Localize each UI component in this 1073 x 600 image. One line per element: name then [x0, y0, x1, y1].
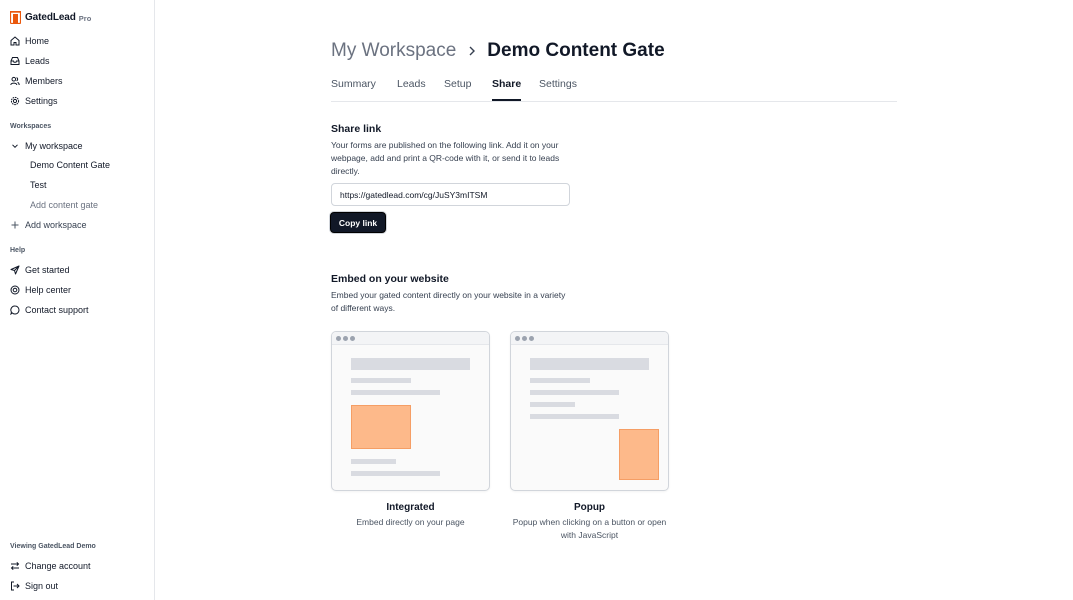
sidebar-item-leads[interactable]: Leads — [10, 53, 150, 69]
copy-link-button[interactable]: Copy link — [330, 212, 386, 233]
sidebar-item-label: Contact support — [25, 305, 89, 315]
sign-out-button[interactable]: Sign out — [10, 578, 150, 594]
chevron-right-icon — [469, 46, 476, 56]
placeholder-line — [530, 378, 590, 383]
breadcrumb-parent[interactable]: My Workspace — [331, 40, 456, 62]
brand-name: GatedLead — [25, 11, 76, 23]
placeholder-line — [530, 414, 619, 419]
sign-out-icon — [10, 581, 20, 591]
sign-out-label: Sign out — [25, 581, 59, 591]
tab-settings[interactable]: Settings — [539, 78, 577, 101]
window-dot — [350, 336, 355, 341]
embed-option-popup[interactable] — [510, 331, 669, 491]
gate-logo-icon — [10, 10, 21, 24]
add-workspace-button[interactable]: Add workspace — [10, 217, 150, 233]
placeholder-line — [351, 390, 440, 395]
sidebar-item-help-center[interactable]: Help center — [10, 282, 150, 298]
placeholder-heading — [530, 358, 649, 370]
embed-option-title: Integrated — [386, 502, 435, 513]
workspace-label: My workspace — [25, 141, 83, 151]
tab-leads[interactable]: Leads — [397, 78, 426, 101]
tab-setup[interactable]: Setup — [444, 78, 471, 101]
share-url-field[interactable]: https://gatedlead.com/cg/JuSY3mITSM — [331, 183, 570, 206]
chevron-down-icon — [10, 141, 20, 151]
embed-heading: Embed on your website — [331, 273, 449, 285]
embed-option-description: Embed directly on your page — [356, 517, 465, 527]
window-dot — [522, 336, 527, 341]
sidebar-item-label: Settings — [25, 96, 58, 106]
window-dot — [336, 336, 341, 341]
swap-icon — [10, 561, 20, 571]
send-icon — [10, 265, 20, 275]
inbox-icon — [10, 56, 20, 66]
window-dot — [529, 336, 534, 341]
placeholder-line — [351, 378, 411, 383]
change-account-button[interactable]: Change account — [10, 558, 150, 574]
brand[interactable]: GatedLead Pro — [10, 9, 91, 25]
breadcrumb: My Workspace Demo Content Gate — [331, 38, 665, 64]
change-account-label: Change account — [25, 561, 91, 571]
page-title: Demo Content Gate — [487, 40, 665, 61]
workspace-toggle[interactable]: My workspace — [10, 138, 150, 154]
embed-option-description: Popup when clicking on a button or open … — [512, 517, 667, 540]
sidebar-item-settings[interactable]: Settings — [10, 93, 150, 109]
window-dot — [343, 336, 348, 341]
sidebar-item-label: Help center — [25, 285, 72, 295]
add-content-gate-link[interactable]: Add content gate — [30, 198, 98, 212]
share-link-description: Your forms are published on the followin… — [331, 140, 560, 176]
sidebar-item-contact-support[interactable]: Contact support — [10, 302, 150, 318]
embedded-form-block — [351, 405, 411, 449]
embed-description: Embed your gated content directly on you… — [331, 290, 566, 313]
share-link-heading: Share link — [331, 123, 382, 135]
sidebar-item-get-started[interactable]: Get started — [10, 262, 150, 278]
workspaces-heading: Workspaces — [10, 123, 52, 130]
chat-icon — [10, 305, 20, 315]
placeholder-line — [530, 390, 619, 395]
plan-badge: Pro — [78, 13, 92, 23]
workspace-item-test[interactable]: Test — [30, 178, 47, 192]
users-icon — [10, 76, 20, 86]
gear-icon — [10, 96, 20, 106]
sidebar-item-label: Members — [25, 76, 63, 86]
browser-bar — [332, 332, 489, 345]
lifebuoy-icon — [10, 285, 20, 295]
add-workspace-label: Add workspace — [25, 220, 87, 230]
placeholder-line — [530, 402, 575, 407]
placeholder-heading — [351, 358, 470, 370]
help-heading: Help — [10, 247, 26, 254]
embed-option-title: Popup — [573, 502, 606, 513]
sidebar-item-label: Home — [25, 36, 50, 46]
placeholder-line — [351, 471, 440, 476]
placeholder-line — [351, 459, 396, 464]
embed-option-integrated[interactable] — [331, 331, 490, 491]
tab-share[interactable]: Share — [492, 78, 522, 101]
tab-bar: Summary Leads Setup Share Settings — [331, 76, 897, 102]
sidebar-item-label: Get started — [25, 265, 70, 275]
workspace-item-demo-content-gate[interactable]: Demo Content Gate — [30, 158, 110, 172]
tab-summary[interactable]: Summary — [331, 78, 376, 101]
window-dot — [515, 336, 520, 341]
popup-form-block — [619, 429, 659, 480]
plus-icon — [10, 220, 20, 230]
viewing-account-label: Viewing GatedLead Demo — [10, 543, 96, 550]
sidebar-item-members[interactable]: Members — [10, 73, 150, 89]
browser-bar — [511, 332, 668, 345]
home-icon — [10, 36, 20, 46]
sidebar-item-label: Leads — [25, 56, 50, 66]
sidebar-item-home[interactable]: Home — [10, 33, 150, 49]
sidebar: GatedLead Pro Home Leads Members Setting… — [0, 0, 155, 600]
